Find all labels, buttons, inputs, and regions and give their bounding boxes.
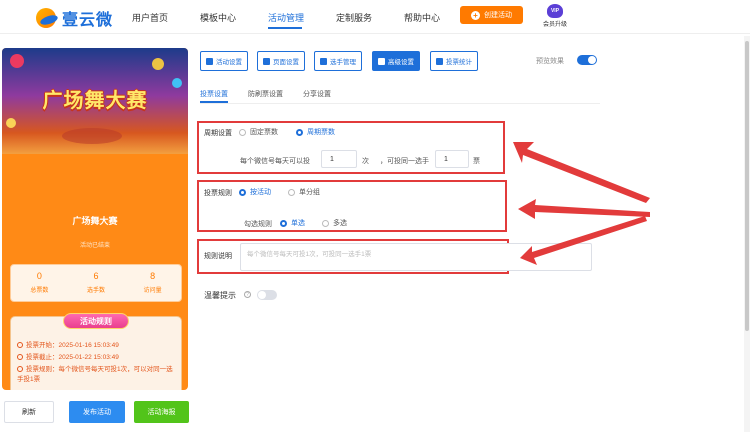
app-root: 壹云微 用户首页 模板中心 活动管理 定制服务 帮助中心 + 创建活动 VIP … <box>0 0 750 432</box>
arrow-icon <box>518 199 650 219</box>
arrow-icon <box>513 142 650 203</box>
page-scrollbar[interactable] <box>744 36 750 432</box>
scrollbar-thumb[interactable] <box>745 41 749 331</box>
arrow-icon <box>520 216 647 265</box>
annotation-arrows <box>513 142 650 265</box>
